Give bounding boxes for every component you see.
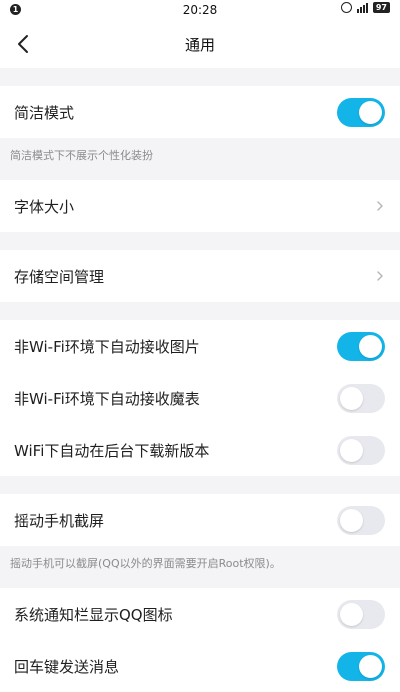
notification-icon-toggle[interactable] <box>337 599 385 629</box>
shake-screenshot-hint: 摇动手机可以截屏(QQ以外的界面需要开启Root权限)。 <box>0 546 400 588</box>
setting-row-font-size[interactable]: 字体大小 <box>0 180 400 232</box>
setting-row-simple-mode: 简洁模式 <box>0 86 400 138</box>
auto-receive-magic-toggle[interactable] <box>337 383 385 413</box>
setting-label: WiFi下自动在后台下载新版本 <box>14 441 210 460</box>
setting-label: 非Wi-Fi环境下自动接收魔表 <box>14 389 200 408</box>
setting-label: 简洁模式 <box>14 103 75 122</box>
auto-download-update-toggle[interactable] <box>337 435 385 465</box>
setting-label: 摇动手机截屏 <box>14 511 105 530</box>
alarm-icon <box>340 2 352 13</box>
setting-label: 系统通知栏显示QQ图标 <box>14 605 173 624</box>
battery-icon: 97 <box>372 2 390 13</box>
signal-icon <box>356 2 368 13</box>
chevron-right-icon <box>377 201 383 211</box>
setting-row-enter-send: 回车键发送消息 <box>0 640 400 692</box>
chevron-right-icon <box>377 271 383 281</box>
setting-row-notification-icon: 系统通知栏显示QQ图标 <box>0 588 400 640</box>
setting-label: 字体大小 <box>14 197 75 216</box>
setting-row-auto-receive-images: 非Wi-Fi环境下自动接收图片 <box>0 320 400 372</box>
simple-mode-hint: 简洁模式下不展示个性化装扮 <box>0 138 400 180</box>
auto-receive-images-toggle[interactable] <box>337 331 385 361</box>
page-title: 通用 <box>184 36 215 54</box>
shake-screenshot-toggle[interactable] <box>337 505 385 535</box>
setting-row-auto-receive-magic: 非Wi-Fi环境下自动接收魔表 <box>0 372 400 424</box>
status-icons: 97 <box>340 2 390 13</box>
setting-label: 存储空间管理 <box>14 267 105 286</box>
status-bar: 1 20:28 97 <box>0 0 400 20</box>
simple-mode-toggle[interactable] <box>337 97 385 127</box>
setting-label: 非Wi-Fi环境下自动接收图片 <box>14 337 200 356</box>
setting-label: 回车键发送消息 <box>14 657 120 676</box>
setting-row-storage[interactable]: 存储空间管理 <box>0 250 400 302</box>
enter-send-toggle[interactable] <box>337 651 385 681</box>
navigation-bar: 通用 <box>0 20 400 68</box>
setting-row-auto-download-update: WiFi下自动在后台下载新版本 <box>0 424 400 476</box>
setting-row-shake-screenshot: 摇动手机截屏 <box>0 494 400 546</box>
